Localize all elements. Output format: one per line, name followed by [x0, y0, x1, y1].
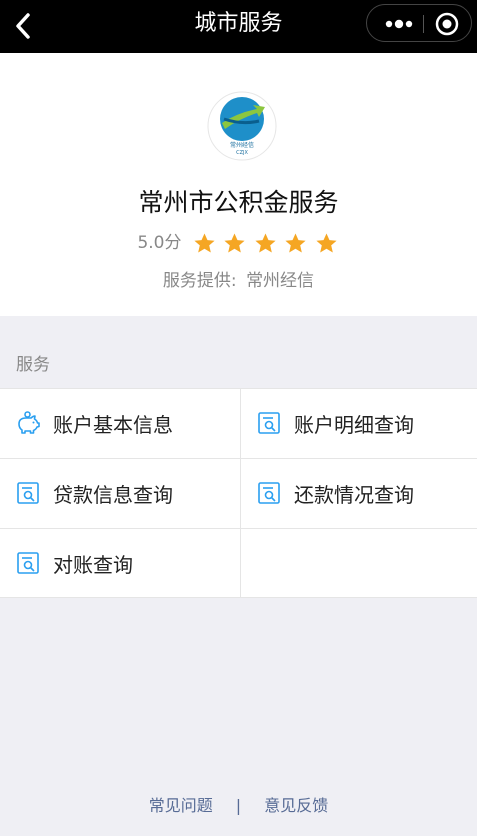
- faq-link[interactable]: 常见问题: [149, 796, 213, 815]
- more-dots-icon: [385, 19, 413, 29]
- service-account-details[interactable]: 账户明细查询: [241, 388, 477, 458]
- service-label: 贷款信息查询: [53, 482, 173, 507]
- piggy-bank-icon: [18, 411, 40, 434]
- mini-program-capsule: [366, 4, 472, 42]
- svg-text:CZJX: CZJX: [236, 150, 248, 156]
- document-search-icon: [258, 482, 280, 504]
- capsule-divider: [423, 15, 424, 33]
- section-title: 服务: [16, 355, 50, 375]
- rating-score: 5.0分: [137, 233, 182, 253]
- target-close-icon: [435, 12, 459, 36]
- star-icon: [255, 232, 276, 253]
- star-icon: [224, 232, 245, 253]
- service-account-basic-info[interactable]: 账户基本信息: [0, 388, 238, 458]
- provider-name: 常州经信: [246, 271, 315, 291]
- nav-bar: 城市服务: [0, 0, 477, 53]
- document-search-icon: [17, 482, 39, 504]
- star-icon: [285, 232, 306, 253]
- provider-label: 服务提供:: [162, 271, 237, 291]
- service-label: 还款情况查询: [294, 482, 414, 507]
- footer-links: 常见问题 | 意见反馈: [0, 792, 477, 816]
- star-icon: [315, 232, 337, 253]
- service-label: 账户明细查询: [294, 412, 414, 437]
- service-loan-info[interactable]: 贷款信息查询: [0, 458, 238, 528]
- services-grid: 账户基本信息 账户明细查询 贷款信息查询 还款情况查询 对账查询: [0, 388, 477, 598]
- service-label: 账户基本信息: [53, 412, 173, 437]
- service-header: 常州经信 CZJX 常州市公积金服务 5.0分 服务提供: 常州经信: [0, 53, 477, 316]
- svg-text:常州经信: 常州经信: [230, 141, 254, 149]
- service-repayment-status[interactable]: 还款情况查询: [241, 458, 477, 528]
- rating: 5.0分: [0, 228, 477, 255]
- footer-separator: |: [235, 796, 242, 815]
- service-provider: 服务提供: 常州经信: [0, 266, 477, 291]
- star-icon: [194, 232, 215, 253]
- service-label: 对账查询: [53, 552, 133, 577]
- feedback-link[interactable]: 意见反馈: [264, 796, 328, 815]
- more-button[interactable]: [381, 11, 417, 37]
- document-search-icon: [17, 552, 39, 574]
- service-statement-query[interactable]: 对账查询: [0, 528, 238, 598]
- app-name: 常州市公积金服务: [138, 188, 339, 217]
- document-search-icon: [258, 412, 280, 434]
- app-logo: 常州经信 CZJX: [207, 91, 277, 161]
- close-button[interactable]: [433, 10, 461, 38]
- rating-stars: [193, 232, 340, 255]
